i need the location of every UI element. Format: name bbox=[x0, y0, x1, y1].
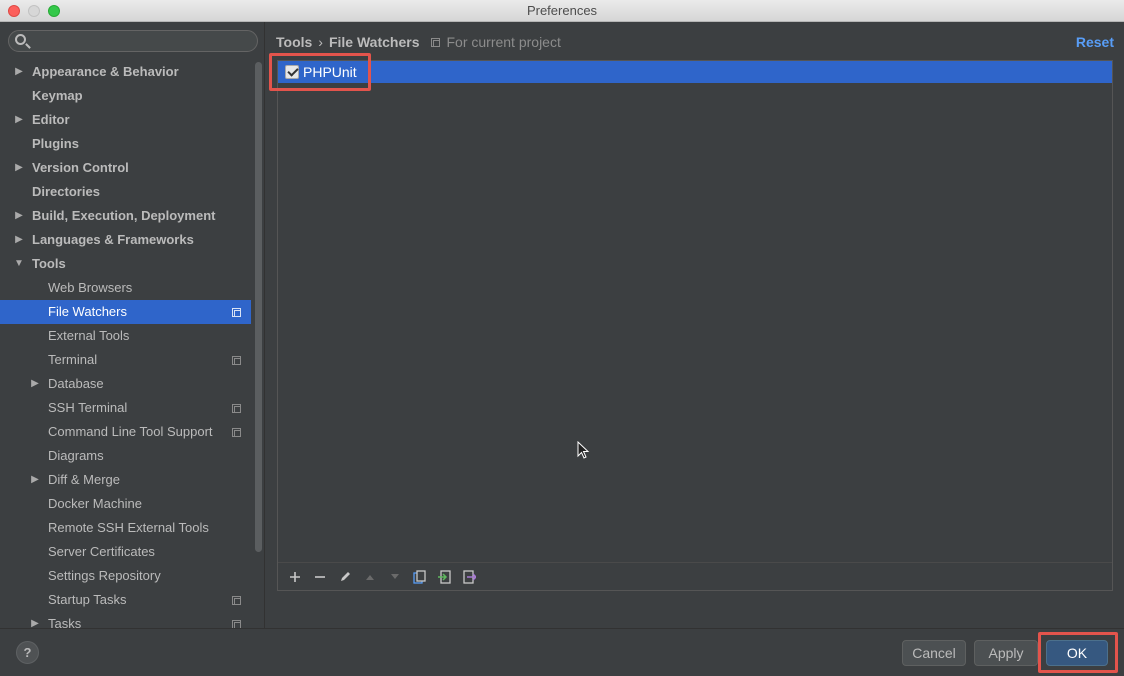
project-scope-icon bbox=[232, 596, 241, 605]
breadcrumb: Tools › File Watchers For current projec… bbox=[276, 34, 561, 50]
file-watchers-panel: Tools › File Watchers For current projec… bbox=[266, 22, 1124, 628]
expand-arrow-icon[interactable]: ▶ bbox=[29, 372, 41, 396]
sidebar-item-diff-merge[interactable]: ▶ Diff & Merge bbox=[0, 468, 251, 492]
sidebar-item-label: External Tools bbox=[48, 328, 130, 343]
sidebar-item-directories[interactable]: Directories bbox=[0, 180, 251, 204]
sidebar-item-diagrams[interactable]: Diagrams bbox=[0, 444, 251, 468]
breadcrumb-parent: Tools bbox=[276, 34, 313, 50]
sidebar-item-remote-ssh-external-tools[interactable]: Remote SSH External Tools bbox=[0, 516, 251, 540]
expand-arrow-icon[interactable]: ▶ bbox=[13, 204, 25, 228]
sidebar-item-external-tools[interactable]: External Tools bbox=[0, 324, 251, 348]
watcher-enabled-checkbox[interactable] bbox=[285, 65, 299, 79]
sidebar-item-version-control[interactable]: ▶ Version Control bbox=[0, 156, 251, 180]
sidebar-item-build-execution-deployment[interactable]: ▶ Build, Execution, Deployment bbox=[0, 204, 251, 228]
sidebar-item-label: SSH Terminal bbox=[48, 400, 128, 415]
collapse-arrow-icon[interactable]: ▼ bbox=[13, 252, 25, 276]
sidebar-item-keymap[interactable]: Keymap bbox=[0, 84, 251, 108]
watchers-list[interactable]: PHPUnit bbox=[277, 60, 1113, 591]
sidebar-item-label: Keymap bbox=[32, 88, 83, 103]
move-up-icon[interactable] bbox=[359, 566, 380, 588]
sidebar-item-web-browsers[interactable]: Web Browsers bbox=[0, 276, 251, 300]
sidebar-item-terminal[interactable]: Terminal bbox=[0, 348, 251, 372]
title-bar: Preferences bbox=[0, 0, 1124, 22]
add-icon[interactable] bbox=[284, 566, 305, 588]
sidebar-item-plugins[interactable]: Plugins bbox=[0, 132, 251, 156]
edit-icon[interactable] bbox=[334, 566, 355, 588]
sidebar-item-server-certificates[interactable]: Server Certificates bbox=[0, 540, 251, 564]
sidebar-item-label: Tools bbox=[32, 256, 66, 271]
sidebar-item-label: Appearance & Behavior bbox=[32, 64, 179, 79]
sidebar-item-label: Database bbox=[48, 376, 104, 391]
sidebar-item-label: File Watchers bbox=[48, 304, 127, 319]
sidebar-item-label: Build, Execution, Deployment bbox=[32, 208, 216, 223]
sidebar-item-label: Remote SSH External Tools bbox=[48, 520, 209, 535]
sidebar-item-label: Diff & Merge bbox=[48, 472, 121, 487]
sidebar-item-label: Startup Tasks bbox=[48, 592, 127, 607]
expand-arrow-icon[interactable]: ▶ bbox=[13, 156, 25, 180]
minimize-window-button[interactable] bbox=[28, 5, 40, 17]
project-scope-icon bbox=[232, 356, 241, 365]
window-controls bbox=[8, 5, 60, 17]
expand-arrow-icon[interactable]: ▶ bbox=[13, 108, 25, 132]
reset-link[interactable]: Reset bbox=[1076, 34, 1114, 50]
sidebar-item-label: Diagrams bbox=[48, 448, 104, 463]
list-toolbar bbox=[278, 562, 1112, 590]
sidebar-item-appearance-behavior[interactable]: ▶ Appearance & Behavior bbox=[0, 60, 251, 84]
sidebar-item-command-line-tool-support[interactable]: Command Line Tool Support bbox=[0, 420, 251, 444]
import-icon[interactable] bbox=[434, 566, 455, 588]
dialog-footer: ? Cancel Apply OK bbox=[0, 628, 1124, 676]
settings-search-input[interactable] bbox=[8, 30, 258, 52]
project-scope-icon bbox=[232, 308, 241, 317]
sidebar-item-label: Editor bbox=[32, 112, 70, 127]
watcher-name: PHPUnit bbox=[303, 64, 357, 80]
sidebar-item-startup-tasks[interactable]: Startup Tasks bbox=[0, 588, 251, 612]
export-icon[interactable] bbox=[459, 566, 480, 588]
copy-icon[interactable] bbox=[409, 566, 430, 588]
sidebar-item-label: Docker Machine bbox=[48, 496, 142, 511]
apply-button[interactable]: Apply bbox=[974, 640, 1038, 666]
sidebar-item-label: Languages & Frameworks bbox=[32, 232, 194, 247]
sidebar-item-label: Server Certificates bbox=[48, 544, 155, 559]
sidebar-item-tools[interactable]: ▼ Tools bbox=[0, 252, 251, 276]
sidebar-item-label: Version Control bbox=[32, 160, 129, 175]
sidebar-item-label: Settings Repository bbox=[48, 568, 161, 583]
sidebar-item-file-watchers[interactable]: File Watchers bbox=[0, 300, 251, 324]
project-scope-icon bbox=[431, 37, 441, 47]
expand-arrow-icon[interactable]: ▶ bbox=[13, 228, 25, 252]
expand-arrow-icon[interactable]: ▶ bbox=[13, 60, 25, 84]
close-window-button[interactable] bbox=[8, 5, 20, 17]
remove-icon[interactable] bbox=[309, 566, 330, 588]
maximize-window-button[interactable] bbox=[48, 5, 60, 17]
sidebar-item-docker-machine[interactable]: Docker Machine bbox=[0, 492, 251, 516]
breadcrumb-separator: › bbox=[318, 34, 323, 50]
sidebar-item-label: Terminal bbox=[48, 352, 98, 367]
settings-tree: ▶ Appearance & Behavior Keymap ▶ Editor Plugi… bbox=[0, 60, 251, 636]
project-scope-icon bbox=[232, 428, 241, 437]
cancel-button[interactable]: Cancel bbox=[902, 640, 966, 666]
sidebar-item-database[interactable]: ▶ Database bbox=[0, 372, 251, 396]
project-scope-icon bbox=[232, 404, 241, 413]
sidebar-item-label: Directories bbox=[32, 184, 100, 199]
search-icon bbox=[15, 34, 26, 45]
watcher-row-phpunit[interactable]: PHPUnit bbox=[278, 61, 1112, 83]
ok-button[interactable]: OK bbox=[1046, 640, 1108, 666]
sidebar-item-ssh-terminal[interactable]: SSH Terminal bbox=[0, 396, 251, 420]
sidebar-item-editor[interactable]: ▶ Editor bbox=[0, 108, 251, 132]
sidebar-item-label: Web Browsers bbox=[48, 280, 133, 295]
move-down-icon[interactable] bbox=[384, 566, 405, 588]
sidebar-item-languages-frameworks[interactable]: ▶ Languages & Frameworks bbox=[0, 228, 251, 252]
window-title: Preferences bbox=[526, 3, 598, 18]
settings-sidebar: ▶ Appearance & Behavior Keymap ▶ Editor Plugi… bbox=[0, 22, 265, 631]
page-title: File Watchers bbox=[328, 34, 420, 50]
help-button[interactable]: ? bbox=[16, 641, 39, 664]
sidebar-scrollbar[interactable] bbox=[255, 62, 262, 552]
expand-arrow-icon[interactable]: ▶ bbox=[29, 468, 41, 492]
sidebar-item-label: Plugins bbox=[32, 136, 79, 151]
sidebar-item-label: Command Line Tool Support bbox=[48, 424, 213, 439]
scope-label: For current project bbox=[446, 34, 561, 50]
sidebar-item-settings-repository[interactable]: Settings Repository bbox=[0, 564, 251, 588]
mouse-cursor-icon bbox=[577, 441, 590, 459]
